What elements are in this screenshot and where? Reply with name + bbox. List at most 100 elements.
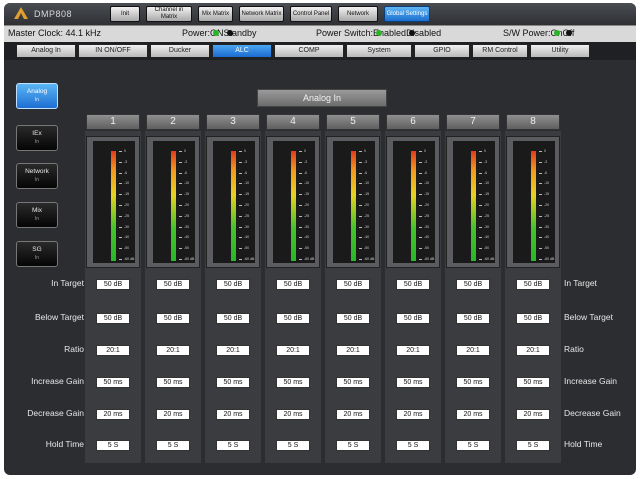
subtab-alc[interactable]: ALC bbox=[212, 44, 272, 58]
nav-tab-network-matrix[interactable]: Network Matrix bbox=[239, 6, 284, 22]
ratio-field[interactable]: 20:1 bbox=[276, 345, 310, 356]
subtab-analog-in[interactable]: Analog In bbox=[16, 44, 76, 58]
decrease-gain-field[interactable]: 20 ms bbox=[216, 409, 250, 420]
channel-header[interactable]: 3 bbox=[206, 114, 260, 130]
in-target-field[interactable]: 50 dB bbox=[516, 279, 550, 290]
sw-power-on-radio[interactable] bbox=[553, 30, 560, 36]
meter-tick bbox=[119, 215, 122, 217]
channel-header[interactable]: 1 bbox=[86, 114, 140, 130]
hold-time-field[interactable]: 5 S bbox=[276, 440, 310, 451]
ratio-field[interactable]: 20:1 bbox=[396, 345, 430, 356]
ratio-field[interactable]: 20:1 bbox=[96, 345, 130, 356]
meter-tick bbox=[479, 151, 482, 152]
decrease-gain-field[interactable]: 20 ms bbox=[96, 409, 130, 420]
increase-gain-label-right: Increase Gain bbox=[564, 376, 617, 386]
ratio-field[interactable]: 20:1 bbox=[216, 345, 250, 356]
side-button-iex[interactable]: IEx In bbox=[16, 125, 58, 151]
meter-tick-label: -10 bbox=[484, 181, 490, 186]
subtab-system[interactable]: System bbox=[346, 44, 412, 58]
channel-header[interactable]: 4 bbox=[266, 114, 320, 130]
decrease-gain-field[interactable]: 20 ms bbox=[276, 409, 310, 420]
in-target-field[interactable]: 50 dB bbox=[456, 279, 490, 290]
nav-tab-mix-matrix[interactable]: Mix Matrix bbox=[198, 6, 233, 22]
nav-tab-global-settings[interactable]: Global Settings bbox=[384, 6, 430, 22]
nav-tab-init[interactable]: Init bbox=[110, 6, 140, 22]
meter-tick-label: -40 bbox=[484, 235, 490, 240]
side-button-analog[interactable]: Analog In bbox=[16, 83, 58, 109]
meter-tick bbox=[539, 205, 542, 206]
hold-time-field[interactable]: 5 S bbox=[336, 440, 370, 451]
side-button-sg[interactable]: SG In bbox=[16, 241, 58, 267]
channel-header[interactable]: 2 bbox=[146, 114, 200, 130]
below-target-field[interactable]: 50 dB bbox=[216, 313, 250, 324]
meter-tick-label: -60 dB bbox=[544, 257, 555, 261]
channel-header[interactable]: 8 bbox=[506, 114, 560, 130]
meter-tick-label: -60 dB bbox=[304, 257, 315, 261]
meter-tick bbox=[479, 259, 482, 260]
below-target-field[interactable]: 50 dB bbox=[96, 313, 130, 324]
increase-gain-field[interactable]: 50 ms bbox=[276, 377, 310, 388]
nav-tab-control-panel[interactable]: Control Panel bbox=[290, 6, 332, 22]
subtab-rm-control[interactable]: RM Control bbox=[472, 44, 528, 58]
meter-tick-label: -3 bbox=[244, 159, 248, 164]
below-target-field[interactable]: 50 dB bbox=[156, 313, 190, 324]
subtab-gpio[interactable]: GPIO bbox=[414, 44, 470, 58]
hold-time-field[interactable]: 5 S bbox=[216, 440, 250, 451]
ratio-field[interactable]: 20:1 bbox=[156, 345, 190, 356]
subtab-utility[interactable]: Utility bbox=[530, 44, 590, 58]
hold-time-field[interactable]: 5 S bbox=[156, 440, 190, 451]
in-target-field[interactable]: 50 dB bbox=[216, 279, 250, 290]
in-target-field[interactable]: 50 dB bbox=[396, 279, 430, 290]
below-target-field[interactable]: 50 dB bbox=[336, 313, 370, 324]
decrease-gain-field[interactable]: 20 ms bbox=[396, 409, 430, 420]
ratio-field[interactable]: 20:1 bbox=[516, 345, 550, 356]
increase-gain-field[interactable]: 50 ms bbox=[396, 377, 430, 388]
side-button-mix[interactable]: Mix In bbox=[16, 202, 58, 228]
channel-header[interactable]: 6 bbox=[386, 114, 440, 130]
increase-gain-field[interactable]: 50 ms bbox=[156, 377, 190, 388]
channel-header[interactable]: 7 bbox=[446, 114, 500, 130]
power-switch-enabled-radio[interactable] bbox=[376, 30, 383, 36]
decrease-gain-field[interactable]: 20 ms bbox=[456, 409, 490, 420]
below-target-field[interactable]: 50 dB bbox=[276, 313, 310, 324]
increase-gain-field[interactable]: 50 ms bbox=[336, 377, 370, 388]
increase-gain-field[interactable]: 50 ms bbox=[96, 377, 130, 388]
nav-tab-network[interactable]: Network bbox=[338, 6, 378, 22]
channel-header[interactable]: 5 bbox=[326, 114, 380, 130]
increase-gain-field[interactable]: 50 ms bbox=[456, 377, 490, 388]
hold-time-field[interactable]: 5 S bbox=[396, 440, 430, 451]
nav-tab-channel-in-matrix[interactable]: Channel in Matrix bbox=[146, 6, 192, 22]
decrease-gain-field[interactable]: 20 ms bbox=[156, 409, 190, 420]
meter-tick-label: 0 bbox=[544, 149, 546, 153]
in-target-field[interactable]: 50 dB bbox=[336, 279, 370, 290]
meter-tick-label: -15 bbox=[544, 192, 550, 197]
meter-tick-label: -40 bbox=[544, 235, 550, 240]
ratio-field[interactable]: 20:1 bbox=[456, 345, 490, 356]
subtab-comp[interactable]: COMP bbox=[274, 44, 344, 58]
level-meter-bar bbox=[171, 151, 176, 261]
hold-time-field[interactable]: 5 S bbox=[516, 440, 550, 451]
in-target-field[interactable]: 50 dB bbox=[156, 279, 190, 290]
subtab-ducker[interactable]: Ducker bbox=[150, 44, 210, 58]
meter-tick-label: 0 bbox=[364, 149, 366, 153]
sw-power-off-radio[interactable] bbox=[565, 30, 572, 36]
below-target-field[interactable]: 50 dB bbox=[516, 313, 550, 324]
increase-gain-field[interactable]: 50 ms bbox=[516, 377, 550, 388]
power-standby-radio[interactable] bbox=[226, 30, 233, 36]
meter-tick bbox=[419, 161, 422, 163]
side-button-network[interactable]: Network In bbox=[16, 163, 58, 189]
meter-tick-label: -30 bbox=[184, 224, 190, 229]
subtab-in-on-off[interactable]: IN ON/OFF bbox=[78, 44, 148, 58]
decrease-gain-field[interactable]: 20 ms bbox=[516, 409, 550, 420]
ratio-label-right: Ratio bbox=[564, 344, 584, 354]
in-target-field[interactable]: 50 dB bbox=[276, 279, 310, 290]
power-on-radio[interactable] bbox=[213, 30, 220, 36]
hold-time-field[interactable]: 5 S bbox=[456, 440, 490, 451]
hold-time-field[interactable]: 5 S bbox=[96, 440, 130, 451]
below-target-field[interactable]: 50 dB bbox=[456, 313, 490, 324]
decrease-gain-field[interactable]: 20 ms bbox=[336, 409, 370, 420]
increase-gain-field[interactable]: 50 ms bbox=[216, 377, 250, 388]
below-target-field[interactable]: 50 dB bbox=[396, 313, 430, 324]
ratio-field[interactable]: 20:1 bbox=[336, 345, 370, 356]
in-target-field[interactable]: 50 dB bbox=[96, 279, 130, 290]
